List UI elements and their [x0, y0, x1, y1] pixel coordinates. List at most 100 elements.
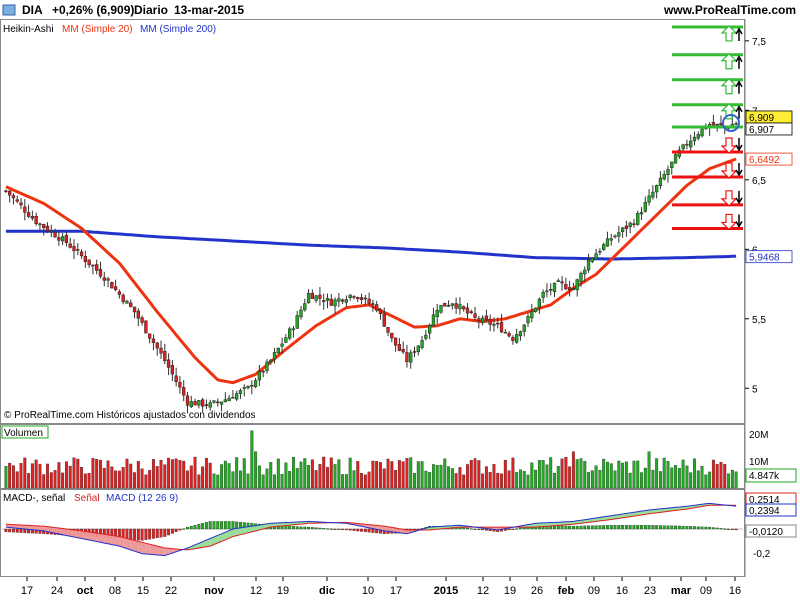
volume-bar [344, 474, 348, 489]
macd-histogram-bar [643, 525, 647, 530]
candle-up [420, 340, 424, 348]
x-tick-label: 16 [729, 585, 741, 597]
macd-fill [119, 536, 124, 548]
volume-bar [560, 458, 564, 489]
macd-histogram-bar [291, 526, 295, 530]
macd-histogram-bar [344, 528, 348, 531]
macd-fill [85, 531, 90, 541]
candle-down [30, 216, 35, 219]
legend-ma200[interactable]: MM (Simple 200) [140, 24, 216, 35]
volume-bar [473, 458, 477, 489]
candle-up [269, 359, 273, 362]
volume-bar [386, 458, 390, 489]
candle-down [15, 199, 19, 202]
candle-down [397, 344, 402, 351]
volume-bar [530, 462, 534, 489]
macd-fill [100, 533, 105, 544]
volume-bar [170, 459, 174, 489]
candle-down [42, 224, 46, 228]
candle-up [526, 316, 530, 324]
volume-bar [500, 473, 503, 489]
candle-down [155, 342, 159, 349]
volume-bar [246, 473, 250, 489]
volume-bar [235, 457, 239, 489]
candle-up [363, 297, 367, 300]
candle-up [602, 244, 606, 250]
macd-histogram-bar [560, 525, 564, 530]
volume-bar [719, 461, 723, 489]
macd-histogram-bar [155, 528, 159, 539]
candle-up [545, 290, 549, 293]
candle-down [79, 251, 84, 257]
volume-bar [462, 474, 466, 489]
legend-ma20[interactable]: MM (Simple 20) [62, 24, 133, 35]
candle-up [647, 195, 651, 203]
candle-up [344, 299, 349, 303]
candle-up [628, 222, 632, 228]
candle-up [594, 253, 598, 260]
candle-up [605, 238, 610, 247]
candle-up [586, 259, 591, 271]
candle-up [424, 334, 428, 339]
candle-up [651, 191, 655, 198]
volume-label[interactable]: Volumen [4, 428, 43, 439]
volume-bar [314, 470, 318, 489]
volume-bar [484, 466, 488, 489]
macd-histogram-bar [518, 527, 522, 530]
x-tick-label: 26 [531, 585, 543, 597]
candle-down [216, 401, 220, 404]
volume-bar [636, 460, 640, 489]
macd-label-main[interactable]: MACD (12 26 9) [106, 493, 178, 504]
legend-style[interactable]: Heikin-Ashi [3, 24, 54, 35]
candle-up [284, 337, 288, 343]
chart-svg: DIA +0,26% (6,909) Diario 13-mar-2015 ww… [0, 0, 800, 597]
x-tick-label: 09 [588, 585, 600, 597]
candle-up [734, 123, 738, 125]
candle-down [117, 291, 122, 295]
macd-fill [157, 546, 162, 556]
macd-label-signal[interactable]: Señal [74, 493, 100, 504]
candle-down [95, 264, 99, 271]
macd-histogram-bar [655, 525, 659, 530]
candle-down [549, 288, 553, 291]
macd-histogram-bar [201, 523, 205, 530]
x-tick-label: feb [558, 585, 575, 597]
volume-bar [72, 457, 76, 489]
candle-down [405, 352, 409, 363]
volume-bar [102, 467, 106, 489]
volume-bar [640, 472, 643, 489]
x-tick-label: nov [204, 585, 224, 597]
macd-histogram-bar [602, 525, 606, 530]
candle-down [356, 297, 360, 300]
macd-histogram-bar [227, 521, 231, 530]
candle-up [643, 201, 647, 212]
x-tick-label: 22 [165, 585, 177, 597]
macd-label-neg[interactable]: MACD-, señal [3, 493, 65, 504]
candle-down [204, 404, 209, 407]
volume-bar [61, 472, 65, 489]
volume-bar [515, 472, 519, 489]
volume-bar [541, 460, 545, 489]
candle-down [462, 306, 466, 310]
header-symbol: DIA [22, 3, 43, 17]
volume-bar [730, 469, 734, 489]
header-site[interactable]: www.ProRealTime.com [663, 3, 796, 17]
volume-bar [68, 465, 72, 489]
volume-bar [242, 458, 246, 489]
macd-histogram-bar [507, 528, 511, 531]
candle-down [329, 298, 333, 306]
volume-bar [204, 457, 208, 489]
volume-bar [140, 468, 144, 489]
volume-bar [413, 473, 416, 489]
macd-histogram-bar [681, 525, 685, 530]
macd-histogram-bar [12, 528, 15, 533]
macd-histogram-bar [511, 528, 515, 530]
macd-histogram-bar [348, 528, 352, 531]
candle-down [102, 277, 106, 281]
candle-down [11, 195, 16, 199]
macd-histogram-bar [216, 521, 220, 530]
volume-bar [178, 460, 182, 489]
volume-bar [575, 459, 579, 489]
macd-histogram-bar [674, 525, 678, 530]
macd-histogram-bar [469, 528, 473, 530]
